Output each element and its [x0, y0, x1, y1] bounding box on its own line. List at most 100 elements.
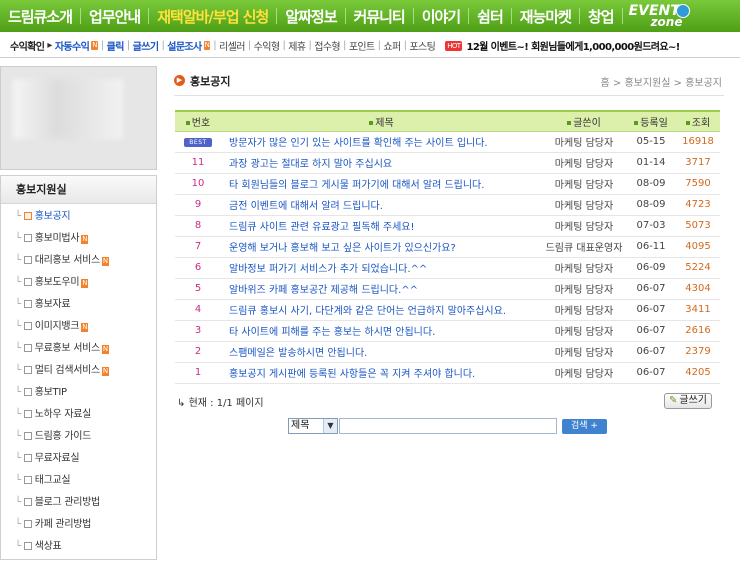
nav-item[interactable]: 창업 — [580, 6, 622, 27]
sidebar-item-label: 카페 관리방법 — [34, 519, 92, 530]
row-views: 3717 — [685, 157, 711, 168]
sidebar-item[interactable]: └ 노하우 자료실 — [1, 404, 156, 426]
tree-branch-icon: └ — [15, 321, 21, 332]
sidebar-item[interactable]: └ 색상표 — [1, 536, 156, 558]
subnav-item[interactable]: 포스팅 — [409, 38, 435, 53]
folder-box-icon — [23, 454, 32, 462]
nav-item[interactable]: 드림큐소개 — [0, 6, 80, 27]
row-writer: 마케팅 담당자 — [554, 369, 614, 380]
nav-item[interactable]: 재택알바/부업 신청 — [149, 6, 276, 27]
subnav-divider: | — [282, 40, 286, 51]
sidebar-item[interactable]: └ 멀티 검색서비스 N — [1, 360, 156, 382]
subnav-item[interactable]: 자동수익 — [55, 38, 90, 53]
table-row: 5 알바위즈 카페 홍보공간 제공해 드립니다.^^ 마케팅 담당자 06-07 430… — [175, 278, 720, 299]
folder-box-icon — [23, 432, 32, 440]
subnav-item[interactable]: 리셀러 — [219, 38, 245, 53]
row-subject-link[interactable]: 금전 이벤트에 대해서 알려 드립니다. — [221, 194, 542, 215]
row-subject-link[interactable]: 타 사이트에 피해를 주는 홍보는 하시면 안됩니다. — [221, 320, 542, 341]
table-header-row: 번호 제목 글쓴이 등록일 조회 — [175, 111, 720, 131]
sidebar-item[interactable]: └ 드림홍 가이드 — [1, 426, 156, 448]
row-subject-link[interactable]: 홍보공지 게시판에 등록된 사항들은 꼭 지켜 주셔야 합니다. — [221, 362, 542, 383]
sidebar-item[interactable]: └ 블로그 관리방법 — [1, 492, 156, 514]
promo-text-end[interactable]: 드려요~! — [642, 38, 680, 53]
row-subject-link[interactable]: 스팸메일은 발송하시면 안됩니다. — [221, 341, 542, 362]
search-input[interactable] — [339, 418, 557, 434]
row-subject-link[interactable]: 알바위즈 카페 홍보공간 제공해 드립니다.^^ — [221, 278, 542, 299]
sidebar-item[interactable]: └ 홍보자료 — [1, 294, 156, 316]
tree-branch-icon: └ — [15, 541, 21, 552]
nav-item[interactable]: 커뮤니티 — [346, 6, 413, 27]
row-subject-link[interactable]: 알바정보 퍼가기 서비스가 추가 되었습니다.^^ — [221, 257, 542, 278]
write-button[interactable]: ✎ 글쓰기 — [664, 393, 712, 409]
subnav-divider: | — [377, 40, 381, 51]
sidebar-item[interactable]: └ 무료홍보 서비스 N — [1, 338, 156, 360]
nav-item[interactable]: 쉼터 — [469, 6, 511, 27]
subnav-item[interactable]: 클릭 — [107, 38, 125, 53]
sidebar-item[interactable]: └ 홍보공지 — [1, 206, 156, 228]
row-number: 10 — [191, 178, 205, 189]
sidebar-item[interactable]: └ 홍보TIP — [1, 382, 156, 404]
nav-item[interactable]: 재능마켓 — [512, 6, 579, 27]
row-date: 07-03 — [636, 220, 666, 231]
row-subject-link[interactable]: 드림큐 홍보시 사기, 다단계와 같은 단어는 언급하지 말아주십시요. — [221, 299, 542, 320]
tree-branch-icon: └ — [15, 387, 21, 398]
sidebar-item[interactable]: └ 홍보도우미 N — [1, 272, 156, 294]
search-field-select[interactable]: 제목 ▼ — [288, 418, 338, 434]
row-views: 4095 — [685, 241, 711, 252]
row-views: 4723 — [685, 199, 711, 210]
row-writer: 마케팅 담당자 — [554, 222, 614, 233]
page-header: ▶ 홍보공지 홈 > 홍보지원실 > 홍보공지 — [174, 73, 726, 91]
subnav-item[interactable]: 글쓰기 — [133, 38, 159, 53]
row-subject-link[interactable]: 과장 광고는 절대로 하지 말아 주십시요 — [221, 152, 542, 173]
row-writer: 마케팅 담당자 — [554, 348, 614, 359]
sidebar-item[interactable]: └ 태그교실 — [1, 470, 156, 492]
tree-branch-icon: └ — [15, 343, 21, 354]
subnav-item[interactable]: 포인트 — [349, 38, 375, 53]
row-number: 3 — [194, 325, 202, 336]
subnav-item[interactable]: 제휴 — [288, 38, 306, 53]
row-date: 06-07 — [636, 367, 666, 378]
row-subject-link[interactable]: 방문자가 많은 인기 있는 사이트를 확인해 주는 사이트 입니다. — [221, 131, 542, 152]
subnav-item[interactable]: 쇼퍼 — [383, 38, 401, 53]
tree-branch-icon: └ — [15, 277, 21, 288]
sidebar-item[interactable]: └ 이미지뱅크 N — [1, 316, 156, 338]
sidebar-item[interactable]: └ 대리홍보 서비스 N — [1, 250, 156, 272]
row-subject-link[interactable]: 운영해 보거나 홍보해 보고 싶은 사이트가 있으신가요? — [221, 236, 542, 257]
event-zone-logo[interactable]: EVENT zone — [629, 2, 695, 30]
promo-text[interactable]: 12월 이벤트~! 회원님들에게 — [466, 38, 583, 53]
row-writer: 마케팅 담당자 — [554, 306, 614, 317]
chevron-down-icon: ▼ — [323, 419, 337, 433]
sidebar-item-label: 태그교실 — [34, 475, 71, 486]
col-views-header: 조회 — [676, 111, 720, 131]
promo-amount[interactable]: 1,000,000원 — [583, 38, 643, 53]
new-badge: N — [101, 257, 109, 266]
sidebar-item[interactable]: └ 무료자료실 — [1, 448, 156, 470]
row-subject-link[interactable]: 타 회원님들의 블로그 게시물 퍼가기에 대해서 알려 드립니다. — [221, 173, 542, 194]
row-number: 2 — [194, 346, 202, 357]
subnav-item[interactable]: 설문조사 — [167, 38, 202, 53]
row-subject-link[interactable]: 드림큐 사이트 관련 유료광고 필독해 주세요! — [221, 215, 542, 236]
sidebar-item[interactable]: └ 카페 관리방법 — [1, 514, 156, 536]
row-number: 5 — [194, 283, 202, 294]
row-views: 5073 — [685, 220, 711, 231]
nav-item[interactable]: 이야기 — [414, 6, 468, 27]
row-views: 2616 — [685, 325, 711, 336]
nav-item[interactable]: 업무안내 — [81, 6, 148, 27]
search-button[interactable]: 검색 + — [562, 419, 607, 434]
row-views: 7590 — [685, 178, 711, 189]
row-number: 11 — [191, 157, 205, 168]
subnav-item[interactable]: 수익형 — [254, 38, 280, 53]
row-views: 5224 — [685, 262, 711, 273]
globe-icon — [675, 4, 690, 18]
sidebar-item[interactable]: └ 홍보미법사 N — [1, 228, 156, 250]
row-date: 06-09 — [636, 262, 666, 273]
subnav-divider: | — [343, 40, 346, 51]
folder-box-icon — [23, 256, 32, 264]
row-views: 16918 — [682, 136, 714, 147]
nav-item[interactable]: 알짜정보 — [277, 6, 344, 27]
table-row: 4 드림큐 홍보시 사기, 다단계와 같은 단어는 언급하지 말아주십시요. 마케팅… — [175, 299, 720, 320]
folder-box-icon — [23, 520, 32, 528]
new-badge: N — [91, 41, 98, 50]
folder-box-icon — [23, 322, 32, 330]
subnav-item[interactable]: 접수형 — [314, 38, 340, 53]
